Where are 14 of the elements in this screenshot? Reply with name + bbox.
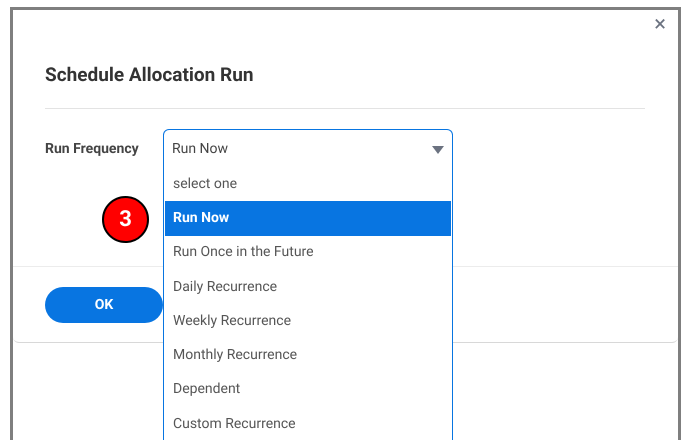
dropdown-arrow-icon <box>432 146 444 154</box>
dropdown-option[interactable]: Dependent <box>165 372 451 408</box>
dropdown-option[interactable]: Daily Recurrence <box>165 270 451 304</box>
dropdown-option[interactable]: Monthly Recurrence <box>165 338 451 373</box>
dialog-title: Schedule Allocation Run <box>45 62 254 88</box>
dropdown-option[interactable]: select one <box>165 167 451 202</box>
dropdown-option[interactable]: Weekly Recurrence <box>165 304 451 338</box>
frequency-select[interactable]: Run Now <box>163 129 453 169</box>
field-label: Run Frequency <box>45 140 140 158</box>
ok-button[interactable]: OK <box>45 287 163 323</box>
dropdown-option[interactable]: Run Once in the Future <box>165 236 451 270</box>
close-button[interactable]: × <box>654 14 666 36</box>
dropdown-option[interactable]: Custom Recurrence <box>165 407 451 440</box>
dropdown-option[interactable]: Run Now <box>165 201 451 236</box>
